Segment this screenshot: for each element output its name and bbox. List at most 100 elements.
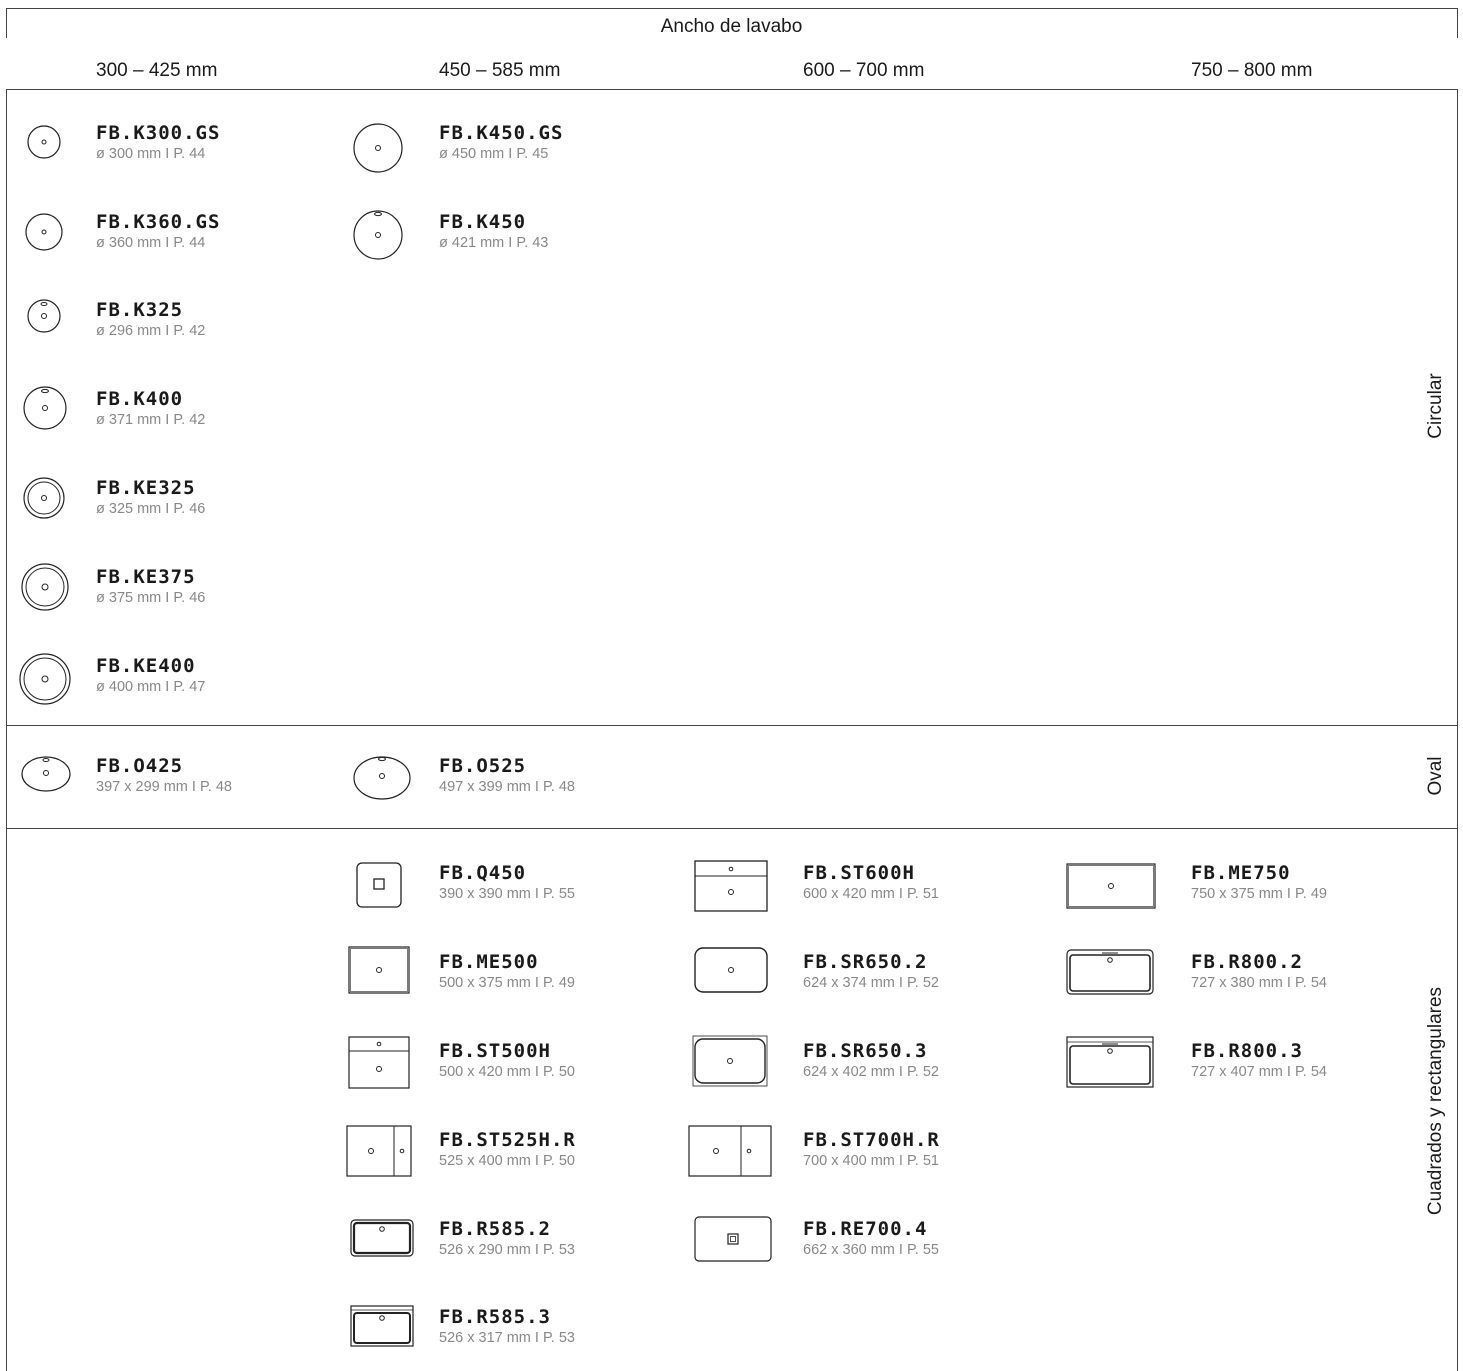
- round-basin-rim-icon: [19, 653, 71, 705]
- round-basin-overflow-icon: [27, 299, 61, 333]
- product-item-fb-q450: FB.Q450 390 x 390 mm I P. 55: [439, 862, 575, 903]
- product-spec: ø 375 mm I P. 46: [96, 590, 206, 606]
- product-spec: 750 x 375 mm I P. 49: [1191, 886, 1327, 902]
- product-code: FB.SR650.2: [803, 951, 928, 973]
- product-spec: 700 x 400 mm I P. 51: [803, 1153, 939, 1169]
- product-item-fb-k360-gs: FB.K360.GS ø 360 mm I P. 44: [96, 211, 220, 252]
- product-item-fb-k300-gs: FB.K300.GS ø 300 mm I P. 44: [96, 122, 220, 163]
- product-item-fb-k400: FB.K400 ø 371 mm I P. 42: [96, 388, 205, 429]
- product-spec: 727 x 407 mm I P. 54: [1191, 1064, 1327, 1080]
- product-code: FB.K450: [439, 211, 527, 233]
- product-code: FB.KE400: [96, 655, 196, 677]
- column-header-600-700: 600 – 700 mm: [803, 60, 925, 81]
- product-item-fb-r585-2: FB.R585.2 526 x 290 mm I P. 53: [439, 1218, 575, 1259]
- product-spec: ø 325 mm I P. 46: [96, 501, 206, 517]
- column-header-450-585: 450 – 585 mm: [439, 60, 561, 81]
- round-basin-icon: [353, 123, 403, 173]
- product-item-fb-o525: FB.O525 497 x 399 mm I P. 48: [439, 755, 575, 796]
- product-item-fb-st500h: FB.ST500H 500 x 420 mm I P. 50: [439, 1040, 575, 1081]
- product-code: FB.KE375: [96, 566, 196, 588]
- product-item-fb-k325: FB.K325 ø 296 mm I P. 42: [96, 299, 205, 340]
- rect-basin-side-shelf-icon: [688, 1125, 772, 1177]
- round-basin-overflow-icon: [353, 210, 403, 260]
- product-code: FB.R800.3: [1191, 1040, 1303, 1062]
- oval-basin-icon: [353, 756, 411, 800]
- round-basin-overflow-icon: [23, 386, 67, 430]
- rect-basin-rounded-icon: [350, 1219, 414, 1257]
- round-basin-icon: [27, 125, 61, 159]
- product-item-fb-ke375: FB.KE375 ø 375 mm I P. 46: [96, 566, 205, 607]
- product-code: FB.O425: [96, 755, 184, 777]
- rect-basin-shelf-icon: [348, 1036, 410, 1089]
- product-item-fb-st700h-r: FB.ST700H.R 700 x 400 mm I P. 51: [803, 1129, 940, 1170]
- square-basin-icon: [356, 862, 402, 908]
- product-code: FB.K450.GS: [439, 122, 564, 144]
- product-item-fb-k450: FB.K450 ø 421 mm I P. 43: [439, 211, 548, 252]
- product-item-fb-o425: FB.O425 397 x 299 mm I P. 48: [96, 755, 232, 796]
- frame-right: [1457, 89, 1458, 1371]
- product-spec: ø 400 mm I P. 47: [96, 679, 206, 695]
- product-item-fb-ke325: FB.KE325 ø 325 mm I P. 46: [96, 477, 205, 518]
- divider-oval-rect: [6, 828, 1457, 829]
- product-item-fb-me750: FB.ME750 750 x 375 mm I P. 49: [1191, 862, 1327, 903]
- product-code: FB.R800.2: [1191, 951, 1303, 973]
- product-item-fb-sr650-3: FB.SR650.3 624 x 402 mm I P. 52: [803, 1040, 939, 1081]
- page-title: Ancho de lavabo: [660, 16, 803, 37]
- product-item-fb-st600h: FB.ST600H 600 x 420 mm I P. 51: [803, 862, 939, 903]
- round-basin-rim-icon: [23, 477, 65, 519]
- rect-basin-shelf-icon: [694, 860, 768, 912]
- product-code: FB.O525: [439, 755, 527, 777]
- product-spec: 662 x 360 mm I P. 55: [803, 1242, 939, 1258]
- product-item-fb-k450-gs: FB.K450.GS ø 450 mm I P. 45: [439, 122, 563, 163]
- product-spec: 600 x 420 mm I P. 51: [803, 886, 939, 902]
- product-code: FB.K400: [96, 388, 184, 410]
- product-code: FB.ST700H.R: [803, 1129, 940, 1151]
- product-spec: 624 x 402 mm I P. 52: [803, 1064, 939, 1080]
- product-item-fb-re700-4: FB.RE700.4 662 x 360 mm I P. 55: [803, 1218, 939, 1259]
- product-item-fb-sr650-2: FB.SR650.2 624 x 374 mm I P. 52: [803, 951, 939, 992]
- product-code: FB.R585.3: [439, 1306, 551, 1328]
- product-code: FB.Q450: [439, 862, 527, 884]
- product-item-fb-r800-2: FB.R800.2 727 x 380 mm I P. 54: [1191, 951, 1327, 992]
- product-spec: ø 360 mm I P. 44: [96, 235, 206, 251]
- product-code: FB.K300.GS: [96, 122, 221, 144]
- product-spec: 497 x 399 mm I P. 48: [439, 779, 575, 795]
- product-code: FB.K360.GS: [96, 211, 221, 233]
- rect-basin-rounded-icon: [350, 1305, 414, 1347]
- section-label-oval: Oval: [1425, 756, 1446, 796]
- product-spec: 500 x 420 mm I P. 50: [439, 1064, 575, 1080]
- round-basin-icon: [25, 213, 63, 251]
- product-code: FB.ST525H.R: [439, 1129, 576, 1151]
- product-spec: 390 x 390 mm I P. 55: [439, 886, 575, 902]
- product-item-fb-st525h-r: FB.ST525H.R 525 x 400 mm I P. 50: [439, 1129, 576, 1170]
- product-code: FB.ME500: [439, 951, 539, 973]
- oval-basin-icon: [21, 756, 71, 792]
- rect-basin-icon: [348, 946, 410, 994]
- product-spec: 526 x 317 mm I P. 53: [439, 1330, 575, 1346]
- product-spec: ø 296 mm I P. 42: [96, 323, 206, 339]
- column-header-300-425: 300 – 425 mm: [96, 60, 218, 81]
- product-spec: 526 x 290 mm I P. 53: [439, 1242, 575, 1258]
- product-code: FB.KE325: [96, 477, 196, 499]
- rect-basin-rounded-icon: [1066, 949, 1154, 995]
- section-label-rect: Cuadrados y rectangulares: [1425, 986, 1446, 1216]
- frame-left: [6, 89, 7, 1371]
- product-spec: ø 450 mm I P. 45: [439, 146, 549, 162]
- rect-basin-square-drain-icon: [694, 1216, 772, 1262]
- product-code: FB.ST600H: [803, 862, 915, 884]
- product-spec: 525 x 400 mm I P. 50: [439, 1153, 575, 1169]
- product-spec: ø 421 mm I P. 43: [439, 235, 549, 251]
- section-label-circular: Circular: [1425, 373, 1446, 439]
- product-item-fb-r800-3: FB.R800.3 727 x 407 mm I P. 54: [1191, 1040, 1327, 1081]
- product-code: FB.R585.2: [439, 1218, 551, 1240]
- product-spec: ø 371 mm I P. 42: [96, 412, 206, 428]
- product-item-fb-me500: FB.ME500 500 x 375 mm I P. 49: [439, 951, 575, 992]
- rect-basin-side-shelf-icon: [346, 1125, 412, 1177]
- frame-top: [6, 8, 1457, 9]
- product-item-fb-ke400: FB.KE400 ø 400 mm I P. 47: [96, 655, 205, 696]
- product-spec: 624 x 374 mm I P. 52: [803, 975, 939, 991]
- rect-basin-rounded-icon: [1066, 1036, 1154, 1088]
- product-spec: ø 300 mm I P. 44: [96, 146, 206, 162]
- column-header-750-800: 750 – 800 mm: [1191, 60, 1313, 81]
- product-code: FB.RE700.4: [803, 1218, 928, 1240]
